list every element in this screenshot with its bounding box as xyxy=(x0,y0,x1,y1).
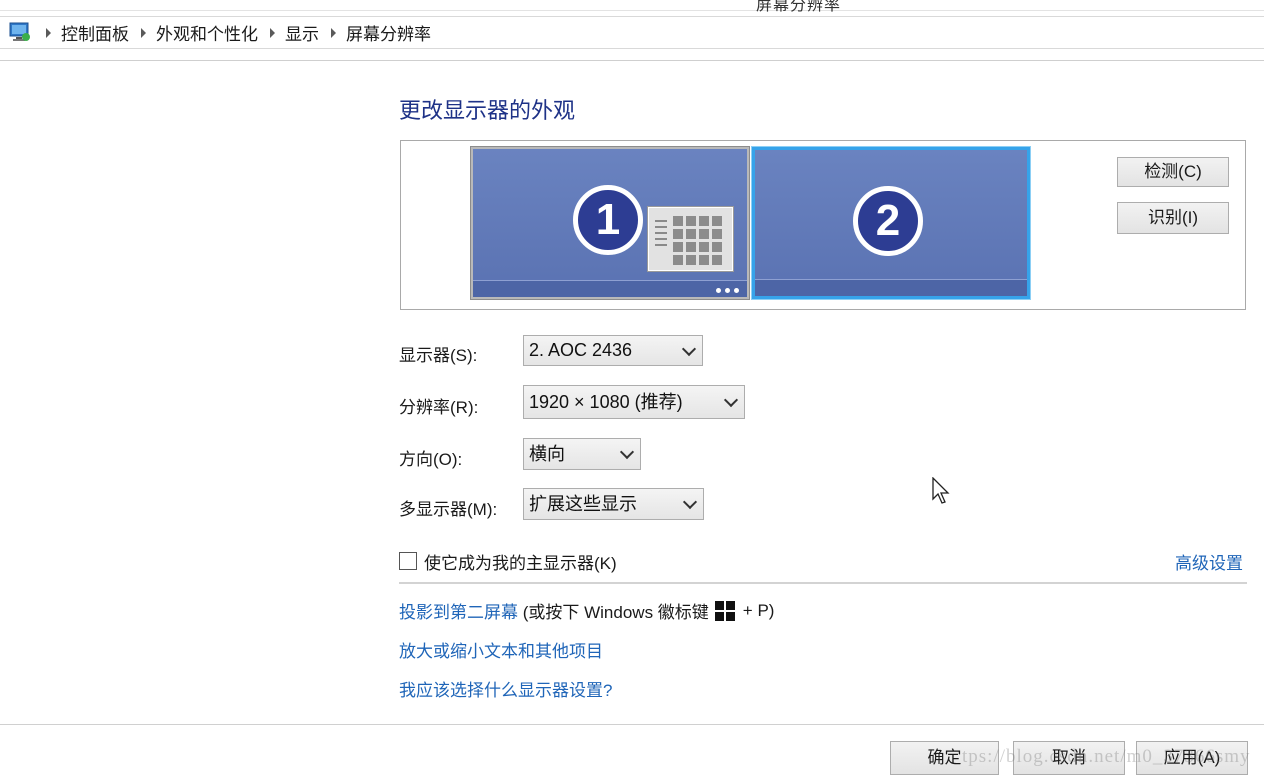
chevron-down-icon xyxy=(723,392,739,408)
breadcrumb-appearance[interactable]: 外观和个性化 xyxy=(156,20,258,45)
more-dots-icon xyxy=(716,288,739,293)
main-display-checkbox-label[interactable]: 使它成为我的主显示器(K) xyxy=(424,549,617,574)
multiple-displays-select[interactable]: 扩展这些显示 xyxy=(523,488,704,520)
project-second-screen-link[interactable]: 投影到第二屏幕 xyxy=(399,598,518,623)
start-screen-icon xyxy=(648,207,733,271)
display-select-value: 2. AOC 2436 xyxy=(529,340,633,360)
display-select[interactable]: 2. AOC 2436 xyxy=(523,335,703,366)
detect-button[interactable]: 检测(C) xyxy=(1117,157,1229,187)
chevron-down-icon xyxy=(619,444,635,460)
cancel-button[interactable]: 取消 xyxy=(1013,741,1125,775)
breadcrumb-arrow-icon[interactable] xyxy=(331,27,336,38)
breadcrumb-control-panel[interactable]: 控制面板 xyxy=(61,20,129,45)
page-title: 更改显示器的外观 xyxy=(399,98,576,123)
display-label: 显示器(S): xyxy=(399,346,478,365)
monitor-taskbar xyxy=(755,279,1027,296)
orientation-select-value: 横向 xyxy=(529,444,565,464)
advanced-settings-link[interactable]: 高级设置 xyxy=(1175,549,1243,574)
project-hint-suffix: + P) xyxy=(742,600,775,620)
ok-button[interactable]: 确定 xyxy=(890,741,999,775)
resolution-label: 分辨率(R): xyxy=(399,398,479,417)
monitor-taskbar xyxy=(473,280,747,297)
breadcrumb: 控制面板 外观和个性化 显示 屏幕分辨率 xyxy=(40,17,437,48)
project-hint-prefix: (或按下 Windows 徽标键 xyxy=(518,603,709,622)
monitor-number-badge: 2 xyxy=(853,186,923,256)
mouse-pointer-icon xyxy=(932,477,950,504)
orientation-select[interactable]: 横向 xyxy=(523,438,641,470)
identify-button[interactable]: 识别(I) xyxy=(1117,202,1229,234)
breadcrumb-arrow-icon[interactable] xyxy=(270,27,275,38)
monitor-number-badge: 1 xyxy=(573,185,643,255)
breadcrumb-display[interactable]: 显示 xyxy=(285,20,319,45)
breadcrumb-screen-resolution[interactable]: 屏幕分辨率 xyxy=(346,20,431,45)
chevron-down-icon xyxy=(682,494,698,510)
monitor-1[interactable]: 1 xyxy=(471,147,749,299)
apply-button[interactable]: 应用(A) xyxy=(1136,741,1248,775)
resolution-select[interactable]: 1920 × 1080 (推荐) xyxy=(523,385,745,419)
chevron-down-icon xyxy=(681,341,697,356)
windows-logo-icon xyxy=(714,600,735,621)
orientation-label: 方向(O): xyxy=(399,450,463,469)
multiple-displays-select-value: 扩展这些显示 xyxy=(529,494,637,514)
control-panel-icon[interactable] xyxy=(8,21,32,43)
footer-divider xyxy=(0,724,1264,725)
breadcrumb-arrow-icon[interactable] xyxy=(141,27,146,38)
main-display-checkbox[interactable] xyxy=(399,552,417,570)
address-bar[interactable]: 控制面板 外观和个性化 显示 屏幕分辨率 xyxy=(0,16,1264,49)
window-titlebar: 屏幕分辨率 xyxy=(0,0,1264,14)
section-divider xyxy=(399,582,1247,584)
breadcrumb-arrow-icon[interactable] xyxy=(46,27,51,38)
project-line: 投影到第二屏幕 (或按下 Windows 徽标键 + P) xyxy=(399,598,774,623)
window-title: 屏幕分辨率 xyxy=(756,0,842,14)
text-size-link[interactable]: 放大或缩小文本和其他项目 xyxy=(399,637,603,662)
resolution-select-value: 1920 × 1080 (推荐) xyxy=(529,392,683,412)
which-settings-link[interactable]: 我应该选择什么显示器设置? xyxy=(399,676,612,701)
header-divider xyxy=(0,60,1264,61)
multiple-displays-label: 多显示器(M): xyxy=(399,500,498,519)
monitor-2[interactable]: 2 xyxy=(752,147,1030,299)
